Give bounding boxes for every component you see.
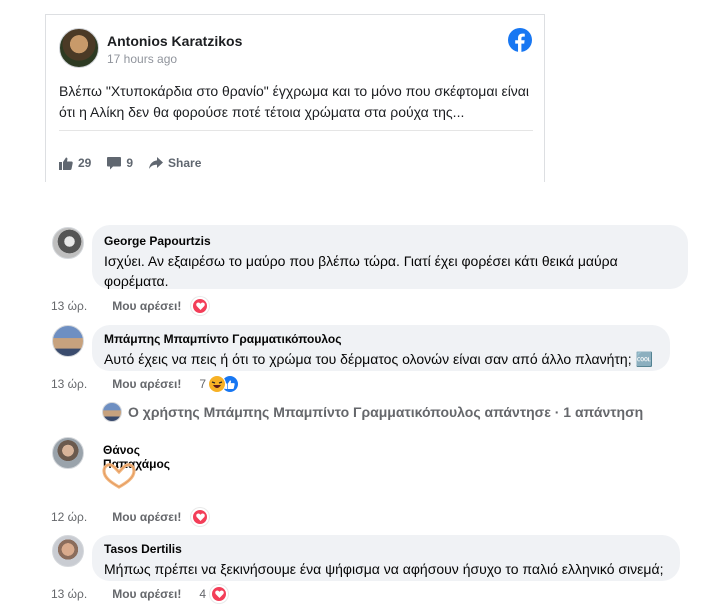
- comment-time[interactable]: 12 ώρ.: [51, 510, 87, 524]
- like-link[interactable]: Μου αρέσει!: [112, 587, 181, 601]
- haha-reaction-icon[interactable]: [208, 375, 226, 393]
- love-reaction-icon[interactable]: [191, 297, 210, 315]
- reply-summary: Ο χρήστης Μπάμπης Μπαμπίντο Γραμματικόπο…: [128, 404, 644, 420]
- comment-meta: 12 ώρ. Μου αρέσει!: [51, 508, 210, 526]
- embedded-post: Antonios Karatzikos 17 hours ago Βλέπω "…: [45, 14, 545, 182]
- author-name[interactable]: Antonios Karatzikos: [107, 33, 242, 49]
- commenter-avatar[interactable]: [52, 325, 84, 357]
- reaction-count[interactable]: 4: [199, 587, 206, 601]
- post-actions: 29 9 Share: [59, 156, 217, 170]
- reaction-count[interactable]: 7: [199, 377, 206, 391]
- comment-bubble-icon: [107, 156, 122, 169]
- comment-author[interactable]: Tasos Dertilis: [104, 541, 668, 557]
- comment-count: 9: [126, 156, 134, 170]
- comment-meta: 13 ώρ. Μου αρέσει!: [51, 297, 210, 315]
- comment-bubble: Μπάμπης Μπαμπίντο Γραμματικόπουλος Αυτό …: [92, 325, 670, 371]
- comment-bubble: Tasos Dertilis Μήπως πρέπει να ξεκινήσου…: [92, 535, 680, 581]
- comment-meta: 13 ώρ. Μου αρέσει! 4: [51, 585, 228, 603]
- like-link[interactable]: Μου αρέσει!: [112, 377, 181, 391]
- divider: [59, 130, 533, 131]
- comment-author[interactable]: George Papourtzis: [104, 233, 676, 249]
- comment-time[interactable]: 13 ώρ.: [51, 377, 87, 391]
- share-label: Share: [168, 156, 202, 170]
- like-action[interactable]: 29: [59, 156, 91, 170]
- comment-action[interactable]: 9: [107, 156, 133, 170]
- commenter-avatar[interactable]: [52, 437, 84, 469]
- post-timestamp[interactable]: 17 hours ago: [107, 52, 177, 66]
- comment-time[interactable]: 13 ώρ.: [51, 587, 87, 601]
- commenter-avatar[interactable]: [52, 535, 84, 567]
- love-reaction-icon[interactable]: [210, 585, 228, 603]
- like-count: 29: [78, 156, 92, 170]
- post-text: Βλέπω "Χτυποκάρδια στο θρανίο" έγχρωμα κ…: [59, 83, 530, 120]
- facebook-logo-icon[interactable]: [508, 28, 532, 52]
- thumbs-up-icon: [59, 157, 73, 170]
- comment-text: Μήπως πρέπει να ξεκινήσουμε ένα ψήφισμα …: [104, 561, 664, 577]
- love-reaction-icon[interactable]: [191, 508, 210, 526]
- share-action[interactable]: Share: [149, 156, 201, 170]
- comment-author[interactable]: Μπάμπης Μπαμπίντο Γραμματικόπουλος: [104, 331, 658, 347]
- commenter-avatar[interactable]: [52, 227, 84, 259]
- reply-avatar: [102, 402, 122, 422]
- view-replies-link[interactable]: Ο χρήστης Μπάμπης Μπαμπίντο Γραμματικόπο…: [102, 402, 643, 422]
- comment-meta: 13 ώρ. Μου αρέσει! 7: [51, 375, 239, 393]
- author-avatar[interactable]: [59, 28, 99, 68]
- comment-bubble: George Papourtzis Ισχύει. Αν εξαιρέσω το…: [92, 225, 688, 289]
- like-link[interactable]: Μου αρέσει!: [112, 299, 181, 313]
- comment-time[interactable]: 13 ώρ.: [51, 299, 87, 313]
- comment-text: Αυτό έχεις να πεις ή ότι το χρώμα του δέ…: [104, 351, 653, 367]
- heart-hands-icon: [102, 463, 136, 489]
- comment-text: Ισχύει. Αν εξαιρέσω το μαύρο που βλέπω τ…: [104, 253, 618, 289]
- share-arrow-icon: [149, 157, 164, 169]
- heart-hands-emoji: [101, 462, 137, 490]
- like-link[interactable]: Μου αρέσει!: [112, 510, 181, 524]
